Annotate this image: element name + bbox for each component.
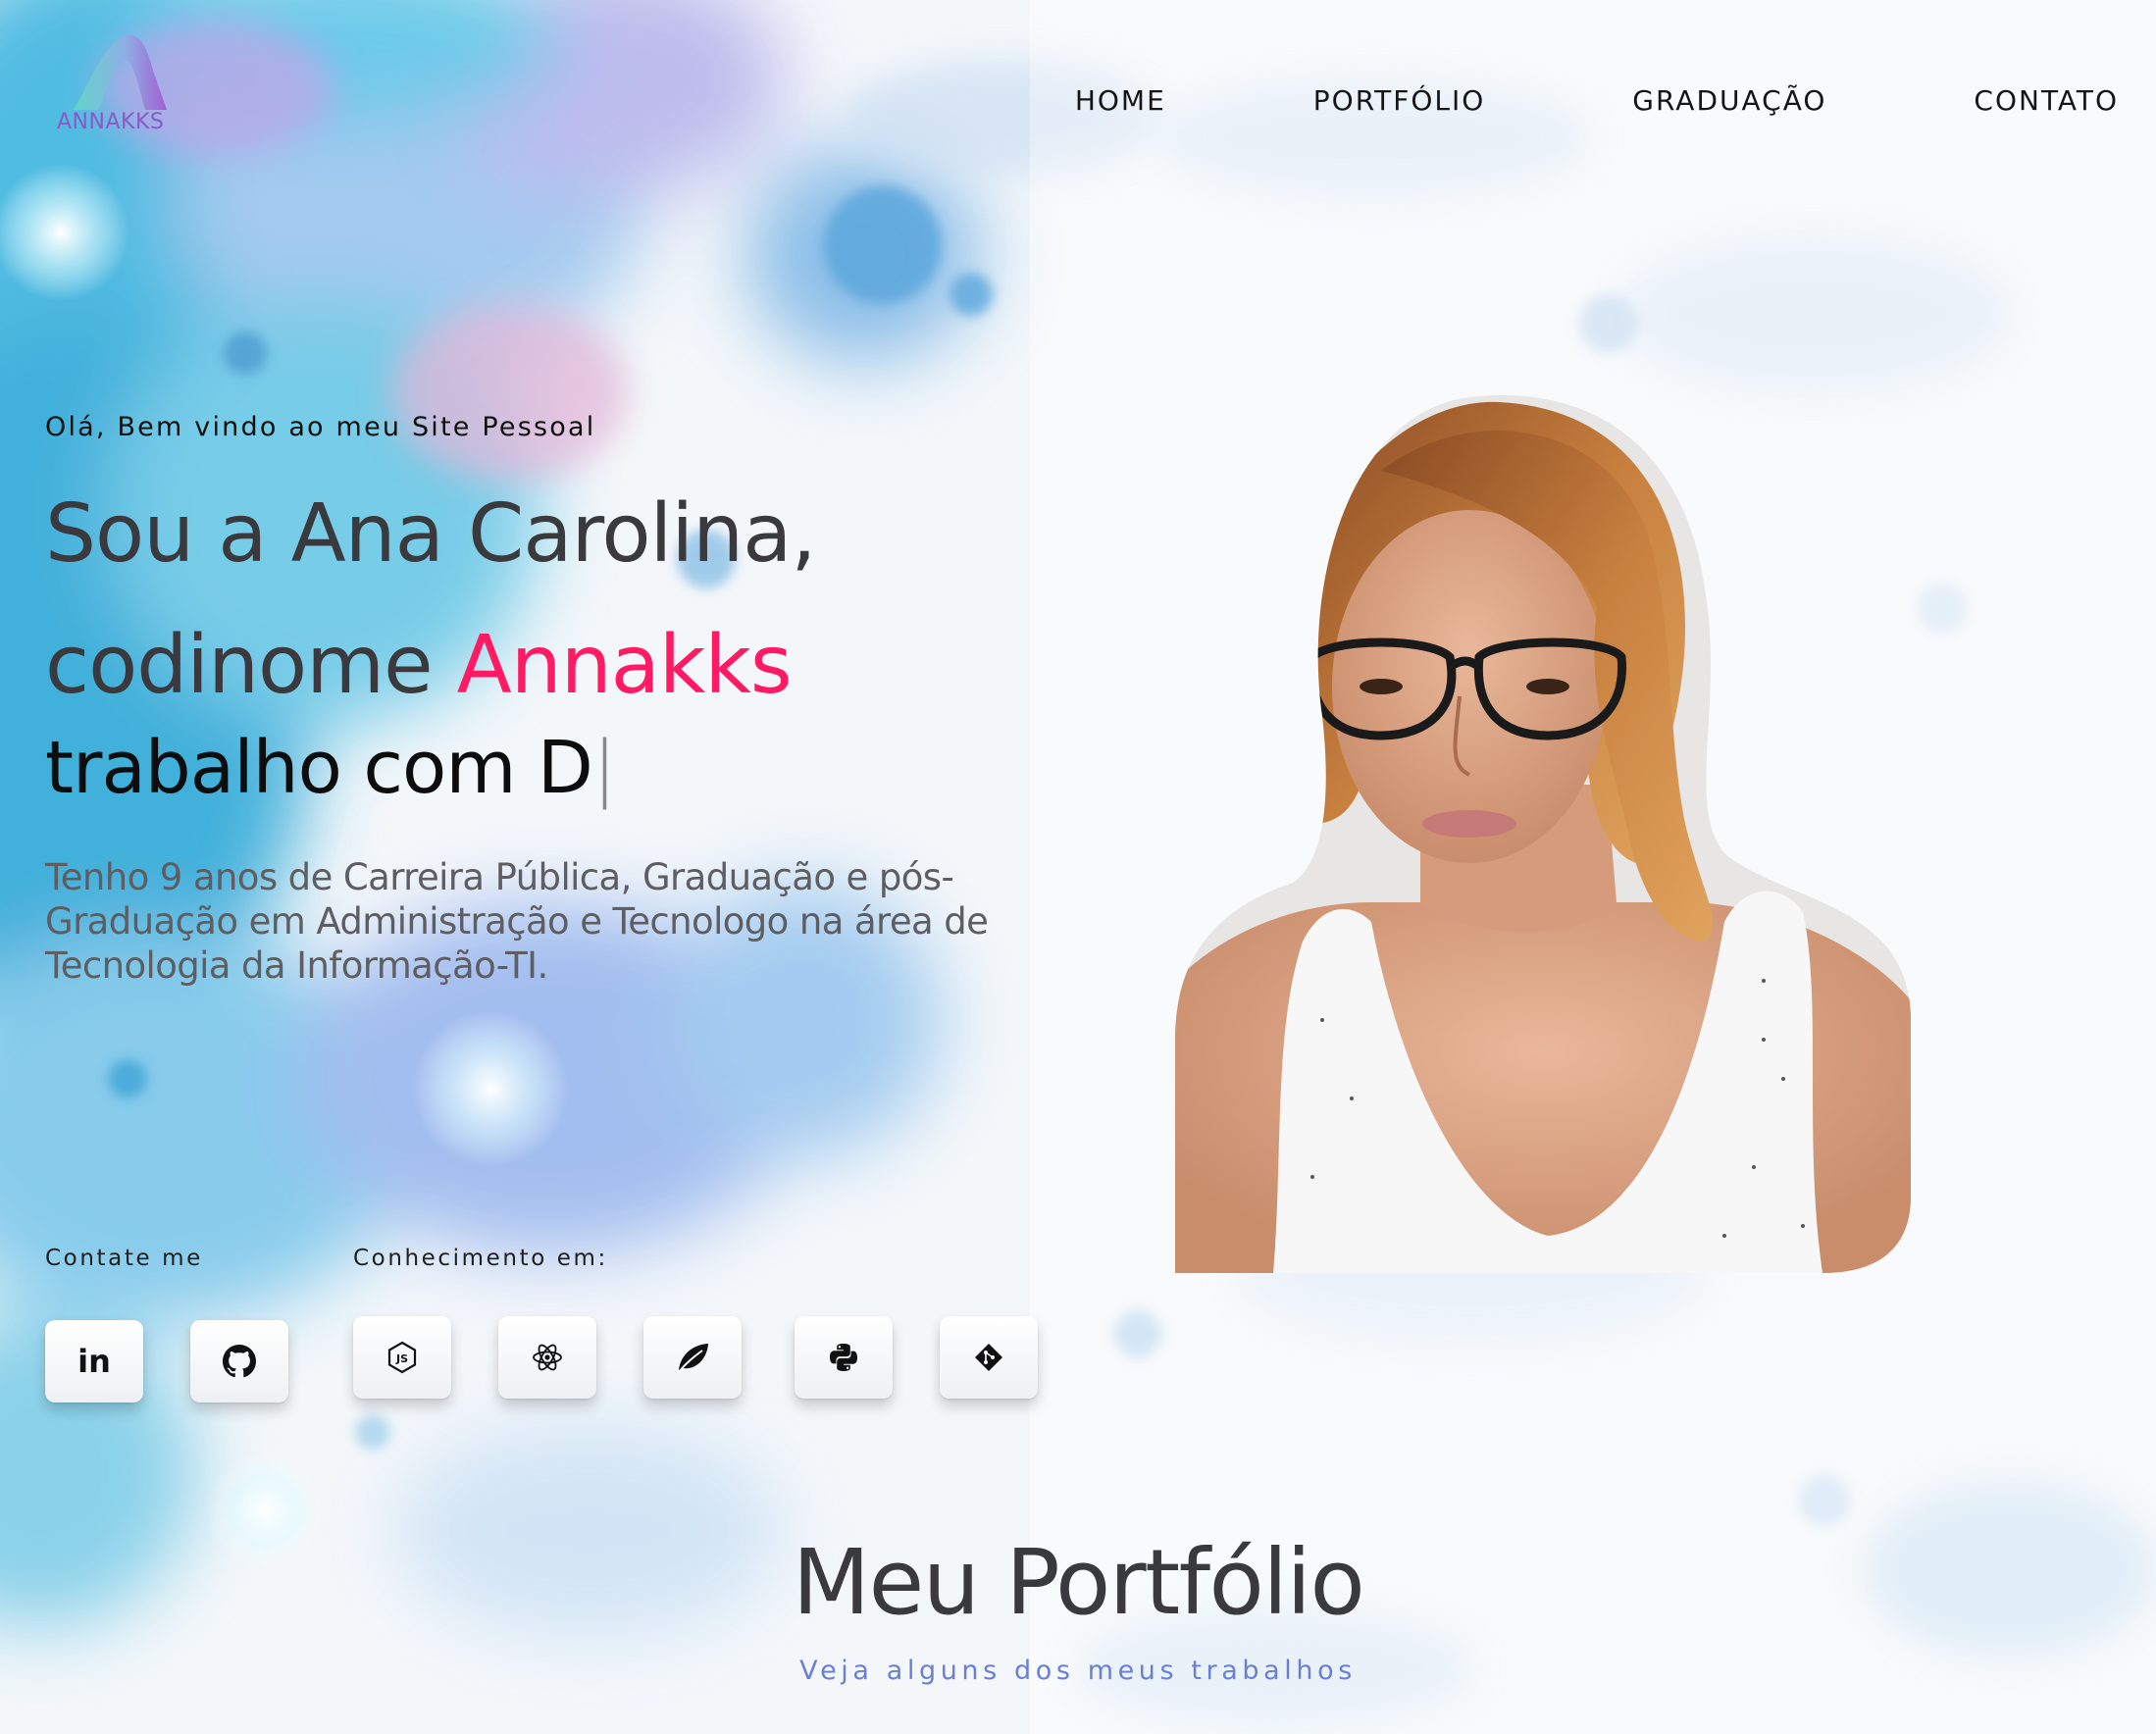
welcome-text: Olá, Bem vindo ao meu Site Pessoal <box>45 412 596 442</box>
mongodb-button[interactable] <box>643 1316 742 1399</box>
mongodb-leaf-icon <box>678 1344 708 1373</box>
svg-text:JS: JS <box>395 1352 408 1365</box>
skills-label: Conhecimento em: <box>353 1246 608 1271</box>
github-button[interactable] <box>190 1320 288 1402</box>
hero-title-line2-prefix: codinome <box>45 619 457 712</box>
react-button[interactable] <box>498 1316 596 1399</box>
git-icon <box>975 1344 1002 1371</box>
logo-text: ANNAKKS <box>57 110 165 134</box>
logo[interactable]: ANNAKKS <box>57 31 184 139</box>
git-button[interactable] <box>940 1316 1038 1399</box>
react-icon <box>533 1344 562 1371</box>
linkedin-icon: in <box>77 1343 111 1380</box>
portfolio-subtitle: Veja alguns dos meus trabalhos <box>799 1656 1357 1686</box>
typing-text: trabalho com D| <box>45 726 617 810</box>
profile-photo <box>1175 392 1911 1273</box>
typing-text-content: trabalho com D <box>45 726 593 810</box>
python-button[interactable] <box>795 1316 893 1399</box>
nav-home[interactable]: HOME <box>1075 84 1166 117</box>
typing-caret: | <box>591 726 617 810</box>
nodejs-button[interactable]: JS <box>353 1316 451 1399</box>
linkedin-button[interactable]: in <box>45 1320 143 1402</box>
hero-title: Sou a Ana Carolina, codinome Annakks <box>45 469 816 732</box>
logo-mark-icon <box>73 34 167 110</box>
contact-label: Contate me <box>45 1246 203 1271</box>
nav-graduacao[interactable]: GRADUAÇÃO <box>1632 84 1826 117</box>
hero-title-line1: Sou a Ana Carolina, <box>45 487 816 581</box>
nav-portfolio[interactable]: PORTFÓLIO <box>1313 84 1486 117</box>
nav-contato[interactable]: CONTATO <box>1974 84 2119 117</box>
github-icon <box>223 1345 256 1378</box>
hero-title-accent: Annakks <box>456 619 793 712</box>
nodejs-icon: JS <box>387 1341 417 1374</box>
main-nav: HOME PORTFÓLIO GRADUAÇÃO CONTATO <box>1075 84 2119 117</box>
portfolio-title: Meu Portfólio <box>792 1530 1365 1635</box>
hero-description: Tenho 9 anos de Carreira Pública, Gradua… <box>45 856 989 987</box>
python-icon <box>830 1344 857 1371</box>
